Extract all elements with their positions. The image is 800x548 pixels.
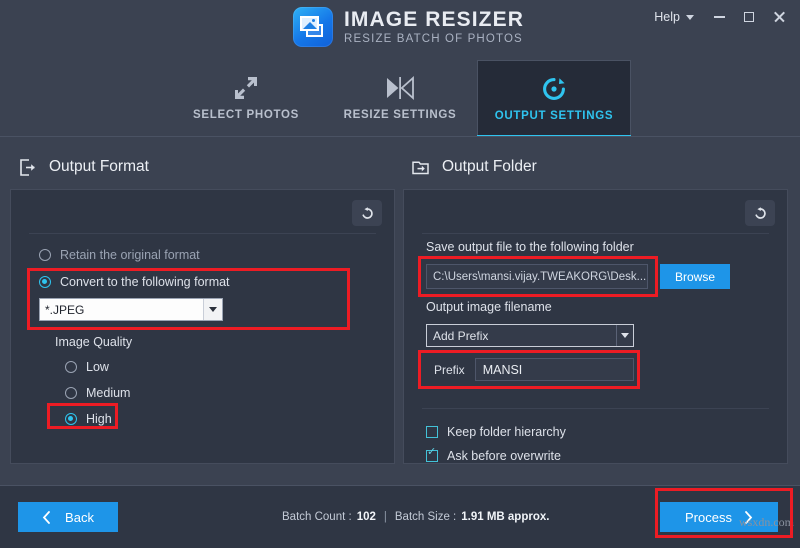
app-subtitle: RESIZE BATCH OF PHOTOS bbox=[344, 32, 523, 45]
close-button[interactable] bbox=[764, 6, 794, 28]
app-title: IMAGE RESIZER bbox=[344, 7, 524, 31]
checkbox-ask-before-overwrite[interactable]: Ask before overwrite bbox=[426, 447, 561, 463]
batch-size-value: 1.91 MB approx. bbox=[461, 511, 550, 523]
dropdown-arrow-button[interactable] bbox=[616, 325, 633, 346]
chevron-left-icon bbox=[42, 510, 51, 524]
image-resizer-logo-icon bbox=[293, 7, 333, 47]
minimize-button[interactable] bbox=[704, 6, 734, 28]
maximize-button[interactable] bbox=[734, 6, 764, 28]
process-label: Process bbox=[685, 509, 732, 525]
page-title: Output Folder bbox=[442, 158, 537, 175]
prefix-row: Prefix MANSI bbox=[426, 358, 634, 381]
divider bbox=[422, 233, 769, 234]
radio-label: High bbox=[86, 412, 112, 426]
chevron-down-icon bbox=[621, 333, 629, 338]
checkbox-icon-checked bbox=[426, 447, 438, 462]
batch-count-value: 102 bbox=[356, 511, 376, 523]
output-format-panel: Retain the original format Convert to th… bbox=[10, 189, 395, 464]
batch-count-label: Batch Count : bbox=[282, 511, 352, 523]
back-button[interactable]: Back bbox=[18, 502, 118, 532]
reset-output-format-button[interactable] bbox=[352, 200, 382, 226]
output-path-input[interactable]: C:\Users\mansi.vijay.TWEAKORG\Desk... bbox=[426, 264, 648, 289]
resize-width-icon bbox=[385, 75, 415, 101]
undo-icon bbox=[754, 206, 766, 219]
undo-icon bbox=[361, 206, 373, 219]
dropdown-arrow-button[interactable] bbox=[203, 299, 222, 320]
tab-label: SELECT PHOTOS bbox=[192, 109, 299, 121]
radio-icon bbox=[39, 249, 51, 261]
reset-output-folder-button[interactable] bbox=[745, 200, 775, 226]
maximize-icon bbox=[744, 12, 754, 22]
checkbox-label: Keep folder hierarchy bbox=[447, 425, 566, 439]
radio-icon bbox=[65, 387, 77, 399]
back-label: Back bbox=[65, 509, 94, 525]
radio-label: Convert to the following format bbox=[60, 275, 230, 289]
radio-convert-format[interactable]: Convert to the following format bbox=[39, 275, 230, 289]
radio-label: Low bbox=[86, 360, 109, 374]
divider bbox=[29, 233, 376, 234]
radio-quality-medium[interactable]: Medium bbox=[65, 386, 130, 400]
save-folder-label: Save output file to the following folder bbox=[426, 240, 634, 254]
tab-label: OUTPUT SETTINGS bbox=[494, 109, 614, 122]
filename-mode-value: Add Prefix bbox=[433, 328, 489, 343]
folder-export-icon bbox=[411, 158, 430, 177]
radio-quality-low[interactable]: Low bbox=[65, 360, 109, 374]
help-menu-button[interactable]: Help bbox=[646, 6, 704, 28]
watermark: wsxdn.com bbox=[739, 515, 794, 529]
checkbox-label: Ask before overwrite bbox=[447, 449, 561, 463]
window-controls: Help bbox=[646, 6, 794, 28]
tab-select-photos[interactable]: SELECT PHOTOS bbox=[169, 60, 323, 136]
prefix-input[interactable]: MANSI bbox=[474, 358, 634, 381]
output-format-header: Output Format bbox=[10, 151, 395, 183]
output-folder-header: Output Folder bbox=[403, 151, 788, 183]
radio-label: Medium bbox=[86, 386, 131, 400]
checkbox-icon bbox=[426, 426, 438, 438]
radio-label: Retain the original format bbox=[60, 248, 200, 262]
minimize-icon bbox=[713, 16, 725, 18]
radio-icon-selected bbox=[65, 413, 77, 425]
tab-label: RESIZE SETTINGS bbox=[343, 109, 457, 121]
title-bar: IMAGE RESIZER RESIZE BATCH OF PHOTOS Hel… bbox=[0, 0, 800, 60]
filename-mode-dropdown[interactable]: Add Prefix bbox=[426, 324, 634, 347]
tab-bar: SELECT PHOTOS RESIZE SETTINGS OUTPUT SET… bbox=[0, 60, 800, 137]
radio-retain-original-format[interactable]: Retain the original format bbox=[39, 248, 200, 262]
browse-button[interactable]: Browse bbox=[660, 264, 730, 289]
radio-quality-high[interactable]: High bbox=[65, 412, 112, 426]
help-label: Help bbox=[654, 10, 680, 24]
page-title: Output Format bbox=[49, 158, 149, 175]
brand: IMAGE RESIZER RESIZE BATCH OF PHOTOS bbox=[293, 7, 524, 47]
radio-icon bbox=[65, 361, 77, 373]
bottom-bar: Back Batch Count : 102 | Batch Size : 1.… bbox=[0, 485, 800, 548]
close-icon bbox=[773, 11, 785, 23]
tab-resize-settings[interactable]: RESIZE SETTINGS bbox=[323, 60, 477, 136]
prefix-label: Prefix bbox=[434, 362, 465, 377]
refresh-circle-icon bbox=[541, 76, 567, 102]
batch-info: Batch Count : 102 | Batch Size : 1.91 MB… bbox=[282, 511, 549, 523]
chevron-down-icon bbox=[686, 14, 694, 20]
radio-icon-selected bbox=[39, 276, 51, 288]
checkbox-keep-folder-hierarchy[interactable]: Keep folder hierarchy bbox=[426, 425, 566, 439]
output-filename-label: Output image filename bbox=[426, 300, 552, 314]
resize-arrows-icon bbox=[233, 75, 259, 101]
chevron-down-icon bbox=[209, 307, 217, 312]
content-area: Output Format Retain the original format… bbox=[0, 136, 800, 545]
separator: | bbox=[383, 511, 387, 523]
format-dropdown-value: *.JPEG bbox=[45, 302, 85, 317]
divider bbox=[422, 408, 769, 409]
image-quality-title: Image Quality bbox=[55, 335, 133, 349]
output-folder-panel: Save output file to the following folder… bbox=[403, 189, 788, 464]
format-dropdown[interactable]: *.JPEG bbox=[39, 298, 223, 321]
export-box-icon bbox=[18, 158, 37, 177]
tab-output-settings[interactable]: OUTPUT SETTINGS bbox=[477, 60, 631, 137]
batch-size-label: Batch Size : bbox=[394, 511, 457, 523]
